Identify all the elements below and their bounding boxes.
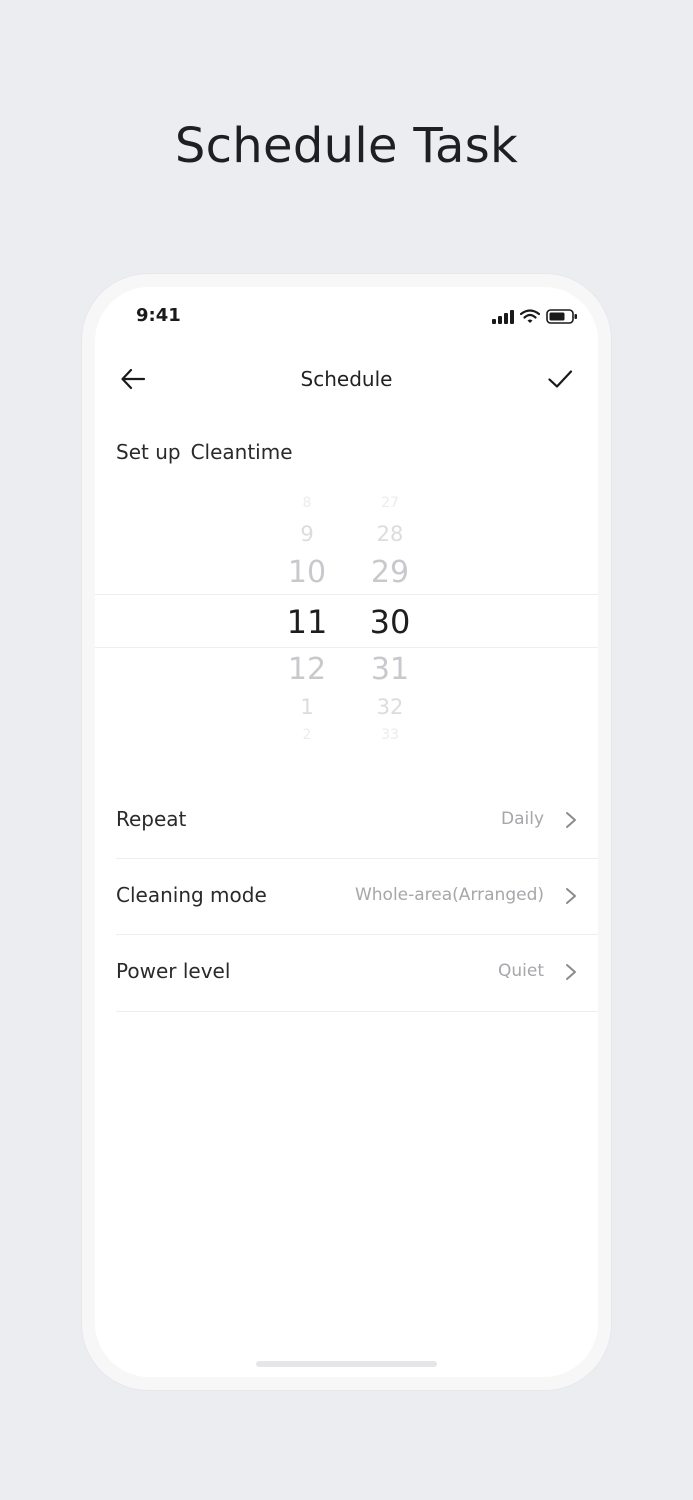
minute-option[interactable]: 32	[350, 697, 430, 718]
minute-option[interactable]: 29	[350, 558, 430, 588]
signal-icon	[492, 309, 514, 324]
nav-bar: Schedule	[95, 357, 598, 401]
hour-option[interactable]: 1	[267, 697, 347, 718]
minute-option[interactable]: 27	[350, 496, 430, 510]
setup-label: Set up Cleantime	[116, 440, 293, 464]
hour-option[interactable]: 9	[267, 524, 347, 545]
minute-option[interactable]: 33	[350, 728, 430, 742]
hour-option-selected[interactable]: 11	[267, 606, 347, 638]
battery-icon	[546, 309, 577, 324]
nav-title: Schedule	[300, 367, 393, 391]
hour-option[interactable]: 10	[267, 558, 347, 588]
wifi-icon	[520, 309, 540, 323]
hour-option[interactable]: 12	[267, 655, 347, 685]
setting-label: Cleaning mode	[116, 883, 267, 907]
checkmark-icon	[548, 370, 573, 388]
setting-row-power-level[interactable]: Power level Quiet	[116, 935, 598, 1012]
status-time: 9:41	[136, 305, 181, 326]
hour-option[interactable]: 8	[267, 496, 347, 510]
status-bar: 9:41	[95, 287, 598, 347]
minute-option-selected[interactable]: 30	[350, 606, 430, 638]
hour-wheel[interactable]: 8 9 10 11 12 1 2	[267, 492, 347, 747]
setup-prefix: Set up	[116, 440, 181, 464]
setting-row-cleaning-mode[interactable]: Cleaning mode Whole-area(Arranged)	[116, 859, 598, 935]
setting-value: Quiet	[497, 961, 544, 981]
setting-row-repeat[interactable]: Repeat Daily	[116, 783, 598, 859]
setting-label: Power level	[116, 959, 231, 983]
time-picker[interactable]: 8 9 10 11 12 1 2 27 28 29 30 31 32 33	[95, 492, 598, 747]
phone-screen: 9:41 Schedule Set up Cleantime 8 9 10 11…	[95, 287, 598, 1377]
chevron-right-icon	[566, 964, 576, 980]
hour-option[interactable]: 2	[267, 728, 347, 742]
setting-label: Repeat	[116, 807, 187, 831]
chevron-right-icon	[566, 812, 576, 828]
chevron-right-icon	[566, 888, 576, 904]
setup-name: Cleantime	[190, 440, 293, 464]
minute-option[interactable]: 28	[350, 524, 430, 545]
page-headline: Schedule Task	[174, 118, 519, 174]
setting-value: Whole-area(Arranged)	[354, 885, 544, 905]
setting-value: Daily	[500, 809, 544, 829]
minute-option[interactable]: 31	[350, 655, 430, 685]
home-indicator[interactable]	[256, 1361, 437, 1367]
settings-list: Repeat Daily Cleaning mode Whole-area(Ar…	[116, 783, 598, 1012]
confirm-button[interactable]	[546, 365, 574, 393]
minute-wheel[interactable]: 27 28 29 30 31 32 33	[350, 492, 430, 747]
status-icons	[492, 309, 578, 324]
